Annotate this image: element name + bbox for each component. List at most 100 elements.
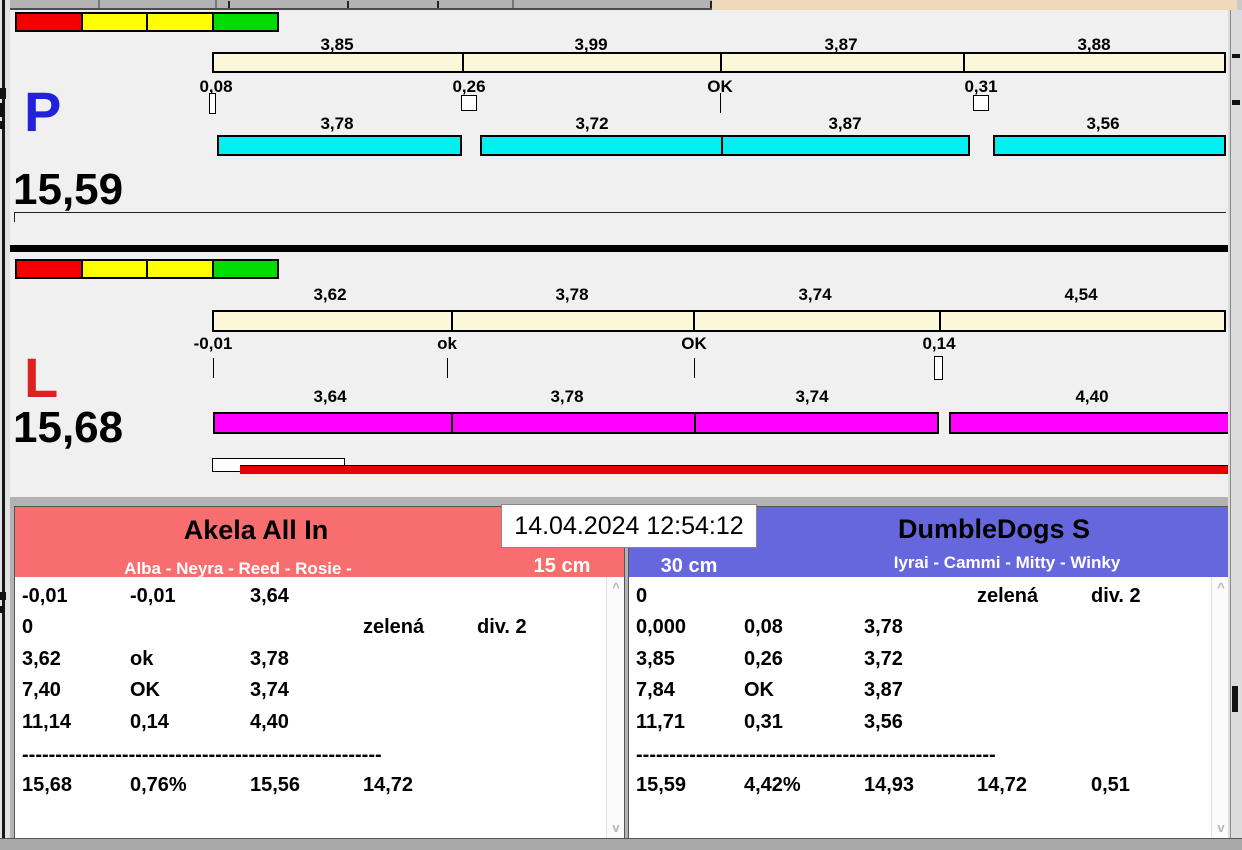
traffic-light-green	[212, 12, 280, 32]
total-cell: 15,56	[250, 774, 300, 797]
result-cell: 3,78	[864, 616, 903, 639]
l-actual-bar-segment	[213, 412, 939, 434]
result-cell: 4,40	[250, 711, 289, 734]
scrollbar-left-panel[interactable]: ^ v	[606, 577, 624, 838]
bar-segment-divider	[462, 53, 464, 72]
p-actual-split-label: 3,78	[320, 114, 353, 134]
titlebar-divider	[215, 0, 217, 8]
total-time-p: 15,59	[13, 168, 123, 212]
traffic-light-strip-p	[15, 12, 279, 32]
result-cell: 0	[636, 585, 647, 608]
l-fault-label: OK	[681, 334, 707, 354]
team-left-dogs: Alba - Neyra - Reed - Rosie -	[124, 559, 352, 579]
team-left-results-list[interactable]	[15, 577, 624, 838]
fault-marker-checkbox	[973, 95, 989, 111]
team-right-size-class: 30 cm	[661, 555, 718, 578]
fault-marker-tick	[447, 358, 448, 378]
result-cell: 0,31	[744, 711, 783, 734]
titlebar-corner	[1237, 0, 1242, 10]
p-actual-split-label: 3,87	[828, 114, 861, 134]
result-separator: ----------------------------------------…	[636, 744, 996, 767]
result-cell: zelená	[977, 585, 1038, 608]
l-actual-split-label: 3,64	[313, 387, 346, 407]
scroll-up-icon[interactable]: ^	[607, 581, 625, 595]
team-right-title: DumbleDogs S	[898, 514, 1090, 545]
l-actual-split-label: 4,40	[1075, 387, 1108, 407]
p-actual-bar-segment	[480, 135, 970, 156]
team-panel-left: Akela All In Alba - Neyra - Reed - Rosie…	[14, 506, 625, 838]
l-fault-label: -0,01	[194, 334, 233, 354]
result-cell: div. 2	[477, 616, 527, 639]
result-cell: 0,000	[636, 616, 686, 639]
p-fault-label: 0,31	[964, 77, 997, 97]
result-cell: 0	[22, 616, 33, 639]
separator-tick	[14, 213, 15, 222]
section-divider-bar	[8, 245, 1228, 252]
runner-label-l: L	[24, 350, 58, 406]
border-artifact	[1232, 100, 1240, 105]
bar-segment-divider	[693, 311, 695, 331]
result-cell: OK	[130, 679, 160, 702]
border-artifact	[0, 592, 6, 600]
total-cell: 14,72	[363, 774, 413, 797]
total-cell: 15,68	[22, 774, 72, 797]
l-plan-split-label: 3,78	[555, 285, 588, 305]
traffic-light-strip-l	[15, 259, 279, 279]
traffic-light-yellow-2	[146, 12, 214, 32]
result-cell: 11,14	[22, 711, 71, 734]
result-cell: OK	[744, 679, 774, 702]
border-artifact	[0, 121, 5, 129]
background-window-strip[interactable]	[712, 0, 1237, 10]
team-right-dogs: Iyrai - Cammi - Mitty - Winky	[894, 553, 1121, 573]
titlebar-tick	[437, 1, 439, 8]
bar-segment-divider	[451, 413, 453, 433]
border-artifact	[0, 606, 5, 613]
result-cell: 3,78	[250, 648, 289, 671]
titlebar-divider	[98, 0, 100, 8]
total-cell: 0,51	[1091, 774, 1130, 797]
bar-segment-divider	[721, 136, 723, 155]
fault-marker-tick	[694, 358, 695, 378]
total-cell: 14,72	[977, 774, 1027, 797]
bar-segment-divider	[451, 311, 453, 331]
titlebar-tick	[228, 1, 230, 8]
result-cell: 3,62	[22, 648, 61, 671]
traffic-light-yellow-1	[81, 259, 149, 279]
traffic-light-green	[212, 259, 280, 279]
border-artifact	[1232, 686, 1238, 712]
background-titlebar-strip[interactable]	[0, 0, 712, 10]
l-plan-split-label: 3,62	[313, 285, 346, 305]
p-plan-bar	[212, 52, 1226, 73]
fault-marker-thin-box	[934, 356, 943, 380]
result-cell: 0,08	[744, 616, 783, 639]
fault-marker-tick	[213, 358, 214, 378]
titlebar-tick	[347, 1, 349, 8]
l-actual-split-label: 3,78	[550, 387, 583, 407]
traffic-light-yellow-2	[146, 259, 214, 279]
border-artifact	[1232, 54, 1240, 58]
team-left-title: Akela All In	[184, 515, 329, 546]
p-actual-split-label: 3,72	[575, 114, 608, 134]
result-cell: 3,74	[250, 679, 289, 702]
p-actual-split-label: 3,56	[1086, 114, 1119, 134]
result-cell: -0,01	[22, 585, 68, 608]
l-plan-split-label: 3,74	[798, 285, 831, 305]
l-plan-split-label: 4,54	[1064, 285, 1097, 305]
result-cell: 7,84	[636, 679, 675, 702]
p-actual-bar-segment	[993, 135, 1226, 156]
bar-segment-divider	[963, 53, 965, 72]
l-fault-label: ok	[437, 334, 457, 354]
team-left-size-class: 15 cm	[534, 555, 591, 578]
titlebar-divider	[512, 0, 514, 8]
team-right-results-list[interactable]	[629, 577, 1229, 838]
team-panel-right: DumbleDogs S 30 cm Iyrai - Cammi - Mitty…	[628, 506, 1230, 838]
scroll-down-icon[interactable]: v	[607, 821, 625, 835]
scrollbar-right-panel[interactable]: ^ v	[1211, 577, 1229, 838]
p-fault-label: 0,08	[199, 77, 232, 97]
l-fault-label: 0,14	[922, 334, 955, 354]
traffic-light-yellow-1	[81, 12, 149, 32]
bar-segment-divider	[694, 413, 696, 433]
timestamp-display: 14.04.2024 12:54:12	[501, 504, 757, 548]
total-time-l: 15,68	[13, 406, 123, 450]
result-cell: 3,72	[864, 648, 903, 671]
